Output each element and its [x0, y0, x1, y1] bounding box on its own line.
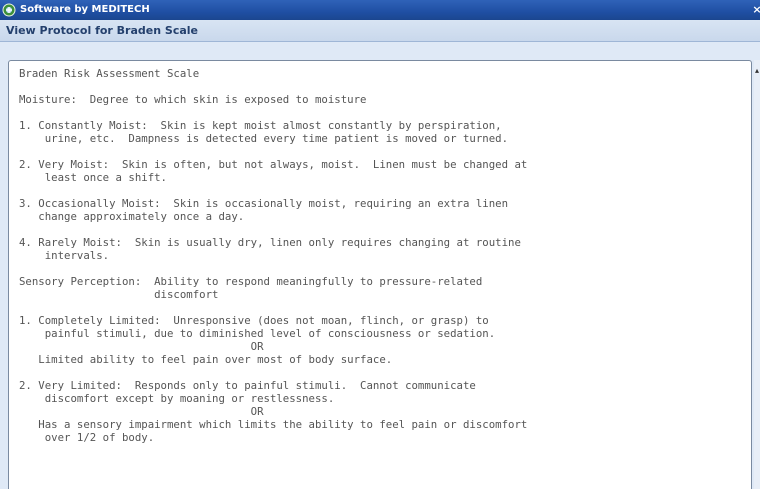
protocol-line: Sensory Perception: Ability to respond m… — [19, 275, 483, 288]
protocol-line: Has a sensory impairment which limits th… — [19, 418, 528, 431]
protocol-line: 4. Rarely Moist: Skin is usually dry, li… — [19, 236, 521, 249]
protocol-line: 1. Constantly Moist: Skin is kept moist … — [19, 119, 502, 132]
protocol-line: over 1/2 of body. — [19, 431, 155, 444]
scroll-up-icon[interactable]: ▴ — [754, 66, 760, 76]
protocol-line: 1. Completely Limited: Unresponsive (doe… — [19, 314, 489, 327]
protocol-line: urine, etc. Dampness is detected every t… — [19, 132, 509, 145]
protocol-line: discomfort — [19, 288, 219, 301]
protocol-line: 2. Very Moist: Skin is often, but not al… — [19, 158, 528, 171]
vertical-scrollbar[interactable] — [754, 60, 760, 489]
protocol-line: discomfort except by moaning or restless… — [19, 392, 335, 405]
page-title: View Protocol for Braden Scale — [6, 24, 199, 37]
protocol-text: Braden Risk Assessment Scale Moisture: D… — [19, 67, 743, 444]
protocol-line: 2. Very Limited: Responds only to painfu… — [19, 379, 476, 392]
meditech-icon — [2, 3, 16, 17]
protocol-line: Limited ability to feel pain over most o… — [19, 353, 393, 366]
protocol-line: change approximately once a day. — [19, 210, 245, 223]
protocol-line: Moisture: Degree to which skin is expose… — [19, 93, 367, 106]
close-icon[interactable]: × — [750, 0, 760, 20]
protocol-line: OR — [19, 340, 264, 353]
protocol-line: Braden Risk Assessment Scale — [19, 67, 200, 80]
protocol-line: intervals. — [19, 249, 110, 262]
protocol-text-panel[interactable]: Braden Risk Assessment Scale Moisture: D… — [8, 60, 752, 489]
protocol-header: View Protocol for Braden Scale — [0, 20, 760, 42]
meditech-window: Software by MEDITECH × View Protocol for… — [0, 0, 760, 489]
title-bar[interactable]: Software by MEDITECH × — [0, 0, 760, 20]
window-title: Software by MEDITECH — [20, 4, 150, 15]
protocol-line: painful stimuli, due to diminished level… — [19, 327, 496, 340]
protocol-line: OR — [19, 405, 264, 418]
protocol-line: least once a shift. — [19, 171, 167, 184]
protocol-line: 3. Occasionally Moist: Skin is occasiona… — [19, 197, 509, 210]
